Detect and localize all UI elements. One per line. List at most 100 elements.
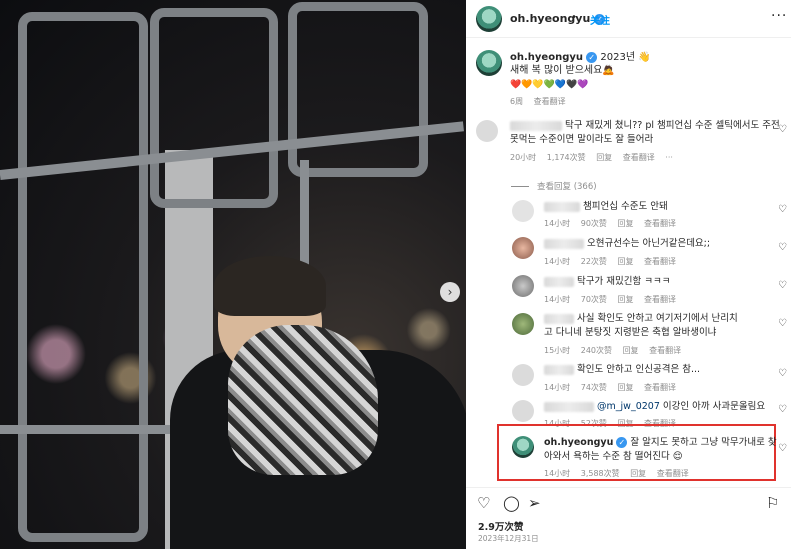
reply-avatar[interactable]	[512, 237, 534, 259]
comment-text: 탁구 재밌게 쳤니?? pl 챔피언십 수준 셀틱에서도 주전	[510, 119, 780, 133]
comment-translate-link[interactable]: 查看翻译	[623, 153, 655, 162]
reply-likes[interactable]: 90次赞	[581, 219, 607, 228]
reply-time: 14小时	[544, 257, 571, 266]
comment-likes[interactable]: 1,174次赞	[547, 153, 586, 162]
reply-text-content: 오현규선수는 아닌거같은데요;;	[587, 238, 711, 249]
blurred-username	[544, 238, 584, 249]
next-photo-button[interactable]: ›	[440, 282, 460, 302]
person-hair	[214, 256, 326, 316]
blurred-username	[544, 364, 574, 375]
reply-text: 챔피언십 수준도 안돼	[544, 200, 668, 214]
like-reply-icon[interactable]: ♡	[778, 280, 787, 291]
reply-text: 오현규선수는 아닌거같은데요;;	[544, 237, 710, 251]
reply-translate-link[interactable]: 查看翻译	[644, 219, 676, 228]
reply-button[interactable]: 回复	[617, 257, 633, 266]
replies-dash	[511, 186, 529, 187]
reply-text: 탁구가 재밌긴함 ㅋㅋㅋ	[544, 275, 670, 289]
reply-meta: 14小时 22次赞 回复 查看翻译	[544, 256, 684, 267]
blurred-username	[544, 201, 580, 212]
reply-meta: 14小时 90次赞 回复 查看翻译	[544, 218, 684, 229]
reply-likes[interactable]: 22次赞	[581, 257, 607, 266]
reply-meta: 15小时 240次赞 回复 查看翻译	[544, 345, 689, 356]
comment-meta: 20小时 1,174次赞 回复 查看翻译 ···	[510, 152, 681, 163]
more-options-icon[interactable]: ···	[771, 8, 787, 24]
follow-button[interactable]: 关注	[590, 12, 610, 27]
reply-text-line-2: 고 다니네 분탕짓 지령받은 축협 알바생이냐	[544, 327, 717, 338]
blurred-username	[544, 313, 574, 324]
caption-meta: 6周 查看翻译	[510, 96, 574, 107]
like-reply-icon[interactable]: ♡	[778, 204, 787, 215]
post-photo[interactable]: ›	[0, 0, 466, 549]
view-replies-link[interactable]: 查看回复 (366)	[511, 180, 597, 192]
comment-icon[interactable]: ◯	[503, 494, 520, 512]
caption: oh.hyeongyu ✓ 2023년 👋	[510, 51, 651, 65]
reply-likes[interactable]: 74次赞	[581, 383, 607, 392]
view-replies-label[interactable]: 查看回复 (366)	[537, 182, 597, 192]
commenter-avatar[interactable]	[476, 120, 498, 142]
post-likes-count[interactable]: 2.9万次赞	[478, 519, 523, 533]
reply-time: 14小时	[544, 383, 571, 392]
caption-translate-link[interactable]: 查看翻译	[534, 97, 566, 106]
reply-button[interactable]: 回复	[617, 219, 633, 228]
post-details-panel: oh.hyeongyu ✓ • 关注 ··· oh.hyeongyu ✓ 202…	[466, 0, 791, 549]
reply-text-content: 탁구가 재밌긴함 ㅋㅋㅋ	[577, 276, 671, 287]
reply-mention-link[interactable]: @m_jw_0207	[597, 401, 660, 412]
verified-icon: ✓	[616, 437, 628, 448]
comment-more-icon[interactable]: ···	[665, 153, 673, 162]
author-reply-username[interactable]: oh.hyeongyu	[544, 437, 613, 448]
window-frame	[18, 12, 148, 542]
reply-translate-link[interactable]: 查看翻译	[644, 295, 676, 304]
like-reply-icon[interactable]: ♡	[778, 404, 787, 415]
reply-time: 14小时	[544, 469, 571, 478]
reply-avatar[interactable]	[512, 275, 534, 297]
like-icon[interactable]: ♡	[477, 494, 490, 512]
reply-likes[interactable]: 240次赞	[581, 346, 612, 355]
author-reply-meta: 14小时 3,588次赞 回复 查看翻译	[544, 468, 697, 479]
caption-line-1: 2023년 👋	[600, 52, 651, 63]
reply-likes[interactable]: 3,588次赞	[581, 469, 620, 478]
reply-translate-link[interactable]: 查看翻译	[649, 346, 681, 355]
like-comment-icon[interactable]: ♡	[778, 124, 787, 135]
person-scarf	[228, 325, 378, 475]
reply-likes[interactable]: 70次赞	[581, 295, 607, 304]
post-date: 2023年12月31日	[478, 534, 539, 543]
reply-button[interactable]: 回复	[630, 469, 646, 478]
reply-button[interactable]: 回复	[617, 295, 633, 304]
reply-avatar[interactable]	[512, 200, 534, 222]
like-reply-icon[interactable]: ♡	[778, 443, 787, 454]
post-header: oh.hyeongyu ✓ • 关注 ···	[466, 0, 791, 38]
caption-time: 6周	[510, 97, 524, 106]
reply-translate-link[interactable]: 查看翻译	[657, 469, 689, 478]
reply-text-content: 챔피언십 수준도 안돼	[583, 201, 668, 212]
reply-text: @m_jw_0207 이강인 아까 사과문올림요	[544, 400, 765, 414]
reply-meta: 14小时 70次赞 回复 查看翻译	[544, 294, 684, 305]
caption-username[interactable]: oh.hyeongyu	[510, 52, 583, 63]
author-username-text[interactable]: oh.hyeongyu	[510, 12, 590, 25]
like-reply-icon[interactable]: ♡	[778, 318, 787, 329]
author-reply-avatar[interactable]	[512, 436, 534, 458]
reply-avatar[interactable]	[512, 364, 534, 386]
share-icon[interactable]: ➢	[528, 494, 541, 512]
author-avatar[interactable]	[476, 6, 502, 32]
separator-dot: •	[571, 12, 577, 23]
reply-translate-link[interactable]: 查看翻译	[644, 257, 676, 266]
reply-time: 15小时	[544, 346, 571, 355]
save-icon[interactable]: ⚐	[766, 494, 779, 512]
blurred-username	[544, 276, 574, 287]
reply-button[interactable]: 回复	[623, 346, 639, 355]
window-frame	[288, 2, 428, 177]
comment-time: 20小时	[510, 153, 537, 162]
caption-avatar[interactable]	[476, 50, 502, 76]
comment-reply-button[interactable]: 回复	[596, 153, 612, 162]
reply-avatar[interactable]	[512, 400, 534, 422]
like-reply-icon[interactable]: ♡	[778, 242, 787, 253]
author-reply-text: oh.hyeongyu ✓ 잘 알지도 못하고 그냥 막무가내로 찾	[544, 436, 777, 450]
reply-translate-link[interactable]: 查看翻译	[644, 383, 676, 392]
blurred-username	[510, 120, 562, 131]
like-reply-icon[interactable]: ♡	[778, 368, 787, 379]
reply-meta: 14小时 74次赞 回复 查看翻译	[544, 382, 684, 393]
reply-avatar[interactable]	[512, 313, 534, 335]
comment-line-1: 탁구 재밌게 쳤니?? pl 챔피언십 수준 셀틱에서도 주전	[565, 120, 780, 131]
reply-button[interactable]: 回复	[617, 383, 633, 392]
author-reply-line-2: 아와서 욕하는 수준 참 떨어진다 😌	[544, 451, 683, 462]
